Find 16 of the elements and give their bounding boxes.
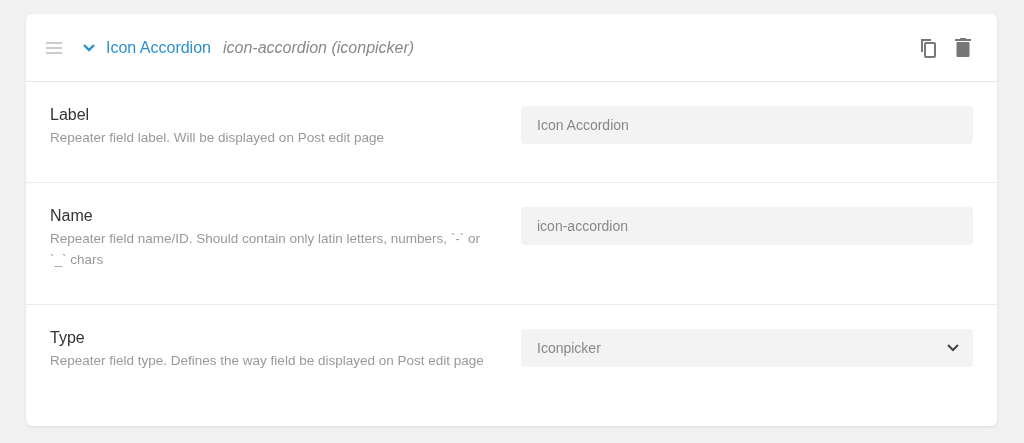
field-description: Repeater field name/ID. Should contain only latin letters, numbers, `-` or `_` chars bbox=[50, 230, 481, 269]
input-field[interactable]: Icon Accordion bbox=[521, 106, 973, 144]
drag-handle-icon[interactable] bbox=[46, 41, 62, 54]
chevron-icon[interactable] bbox=[82, 42, 96, 53]
caret-icon bbox=[947, 344, 959, 352]
field-label: Name bbox=[50, 207, 94, 225]
field-description: Repeater field type. Defines the way field be displayed on Post edit page bbox=[50, 352, 485, 370]
type-select[interactable]: Iconpicker bbox=[521, 329, 973, 367]
field-label: Label bbox=[50, 106, 91, 124]
field-label: Type bbox=[50, 329, 86, 347]
item-title[interactable]: Icon Accordion bbox=[106, 38, 211, 57]
item-subtitle: icon-accordion (iconpicker) bbox=[222, 38, 415, 57]
delete-icon[interactable] bbox=[955, 38, 971, 57]
field-description: Repeater field label. Will be displayed on Post edit page bbox=[50, 129, 385, 147]
copy-icon[interactable] bbox=[919, 37, 937, 58]
input-field[interactable]: icon-accordion bbox=[521, 207, 973, 245]
